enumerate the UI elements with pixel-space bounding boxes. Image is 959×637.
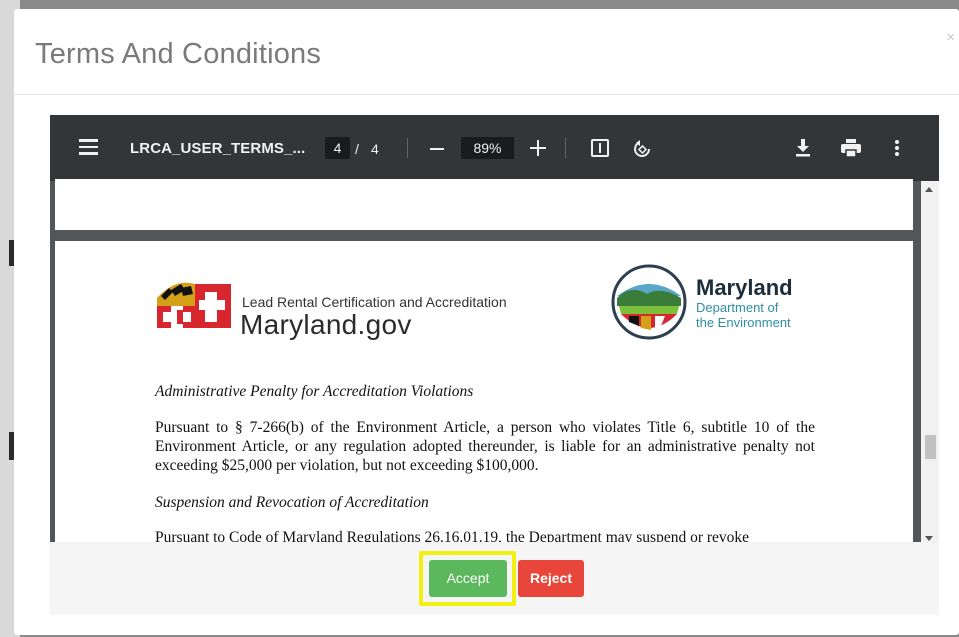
menu-icon[interactable] <box>79 139 98 155</box>
section-heading: Suspension and Revocation of Accreditati… <box>155 494 429 511</box>
pdf-scrollbar[interactable] <box>921 181 939 549</box>
more-options-icon[interactable] <box>895 140 899 156</box>
zoom-out-icon[interactable] <box>430 148 444 150</box>
mde-title: Maryland <box>696 275 793 300</box>
previous-page <box>55 179 913 230</box>
pdf-page: Lead Rental Certification and Accreditat… <box>55 241 913 549</box>
mde-subtitle-line: the Environment <box>696 315 791 330</box>
modal-header: Terms And Conditions × <box>14 9 959 95</box>
page-separator: / <box>355 141 359 157</box>
scrollbar-thumb[interactable] <box>925 435 936 459</box>
pdf-viewer: LRCA_USER_TERMS_... 4 / 4 89% Lead Renta… <box>50 115 939 549</box>
page-number-input[interactable]: 4 <box>325 137 350 159</box>
maryland-gov-logo-icon <box>157 282 231 328</box>
fit-page-icon[interactable] <box>591 139 609 157</box>
total-pages: 4 <box>371 141 379 157</box>
rotate-icon[interactable] <box>631 137 653 159</box>
modal-title: Terms And Conditions <box>35 38 322 70</box>
modal-footer: Accept Reject <box>50 542 939 615</box>
toolbar-divider <box>407 138 408 158</box>
toolbar-divider <box>565 138 566 158</box>
print-icon[interactable] <box>841 139 861 157</box>
pdf-filename: LRCA_USER_TERMS_... <box>130 140 306 157</box>
scroll-down-icon[interactable] <box>925 536 933 541</box>
close-icon[interactable]: × <box>946 29 955 46</box>
pdf-toolbar: LRCA_USER_TERMS_... 4 / 4 89% <box>50 115 939 181</box>
logo-title: Maryland.gov <box>240 309 412 340</box>
mde-subtitle: Department of the Environment <box>696 300 826 330</box>
zoom-input[interactable]: 89% <box>461 137 514 159</box>
accept-button[interactable]: Accept <box>429 560 507 597</box>
download-icon[interactable] <box>795 139 811 157</box>
mde-subtitle-line: Department of <box>696 300 779 315</box>
section-heading: Administrative Penalty for Accreditation… <box>155 383 474 400</box>
reject-button[interactable]: Reject <box>518 560 584 597</box>
pdf-document-area[interactable]: Lead Rental Certification and Accreditat… <box>50 179 921 549</box>
scroll-up-icon[interactable] <box>925 187 933 192</box>
section-paragraph: Pursuant to § 7-266(b) of the Environmen… <box>155 419 815 474</box>
zoom-in-icon[interactable] <box>530 140 546 156</box>
mde-seal-icon <box>611 264 687 340</box>
logo-subtitle: Lead Rental Certification and Accreditat… <box>242 294 507 310</box>
